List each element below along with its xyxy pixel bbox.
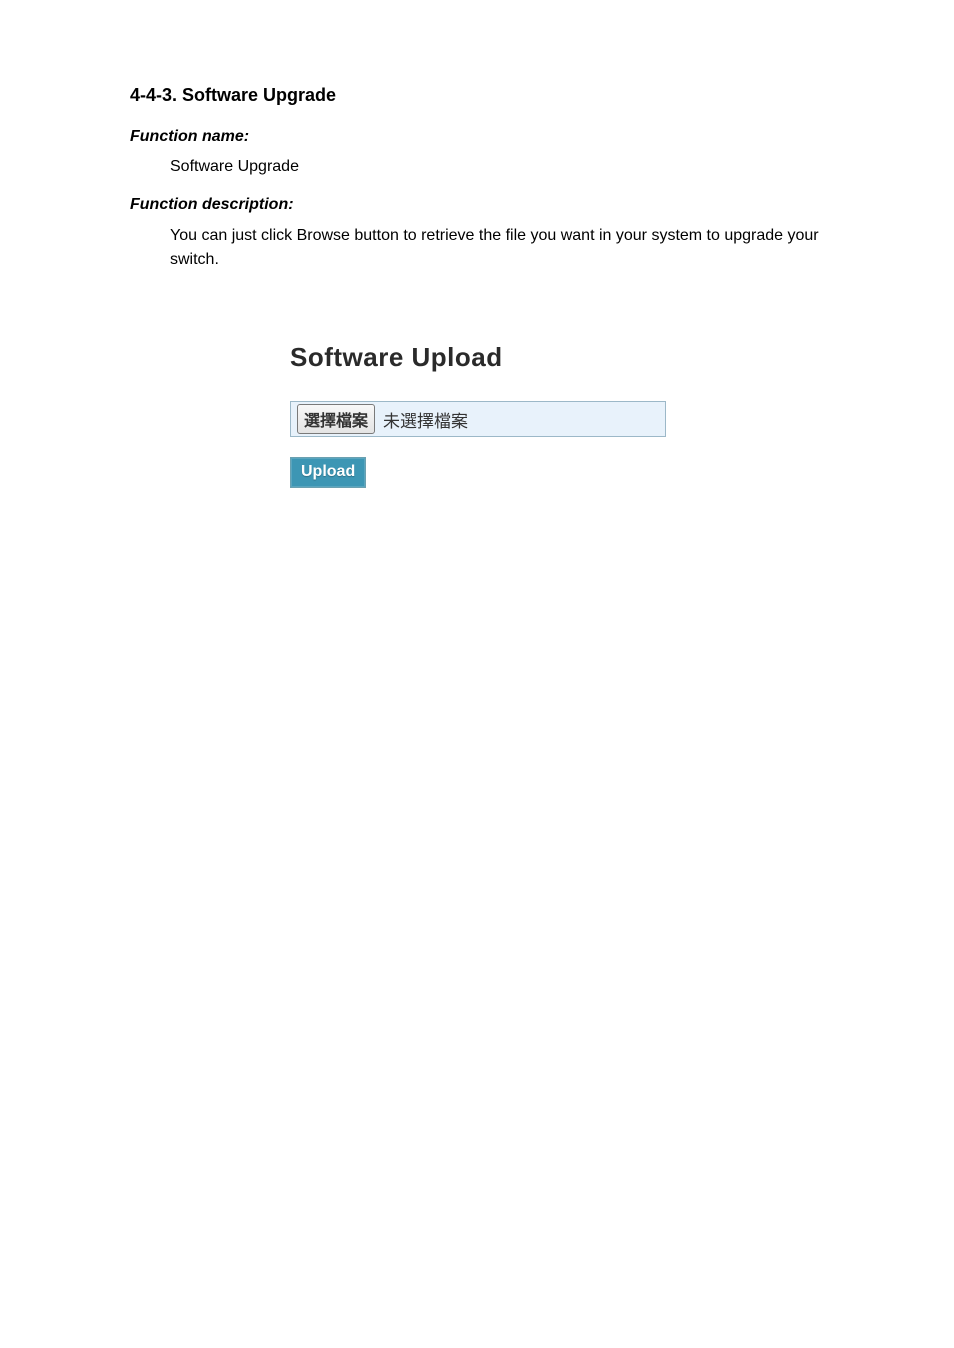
function-name-value: Software Upgrade bbox=[170, 156, 824, 178]
file-picker: 選擇檔案 未選擇檔案 bbox=[290, 401, 666, 437]
section-title: 4-4-3. Software Upgrade bbox=[130, 85, 824, 106]
file-status-text: 未選擇檔案 bbox=[383, 407, 468, 432]
software-upload-panel: Software Upload 選擇檔案 未選擇檔案 Upload bbox=[290, 342, 824, 488]
upload-button[interactable]: Upload bbox=[290, 457, 366, 488]
function-description-value: You can just click Browse button to retr… bbox=[170, 224, 824, 272]
function-name-label: Function name: bbox=[130, 128, 824, 146]
choose-file-button[interactable]: 選擇檔案 bbox=[297, 404, 375, 434]
function-description-label: Function description: bbox=[130, 196, 824, 214]
document-content: 4-4-3. Software Upgrade Function name: S… bbox=[130, 85, 824, 488]
upload-panel-title: Software Upload bbox=[290, 342, 824, 373]
